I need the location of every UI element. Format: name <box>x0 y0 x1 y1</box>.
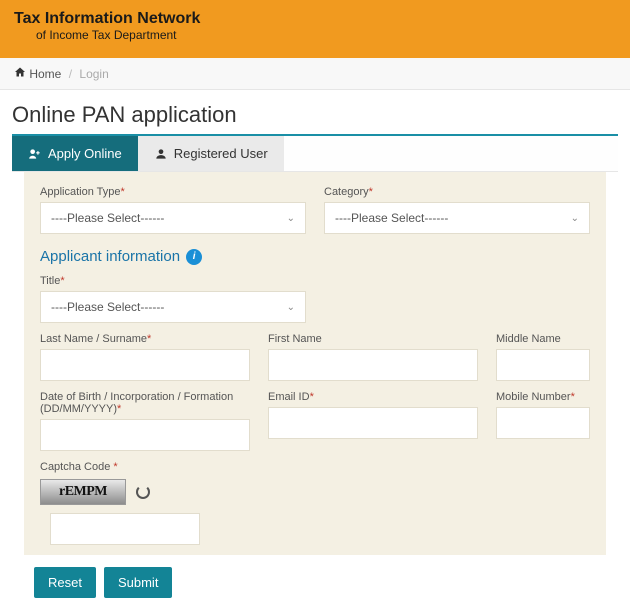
tab-registered-label: Registered User <box>174 146 268 161</box>
captcha-input[interactable] <box>50 513 200 545</box>
tab-apply-online[interactable]: Apply Online <box>12 136 138 171</box>
title-label: Title* <box>40 275 306 287</box>
app-type-label: Application Type* <box>40 186 306 198</box>
email-label: Email ID* <box>268 391 478 403</box>
middle-name-input[interactable] <box>496 349 590 381</box>
form-panel: Application Type* ----Please Select-----… <box>24 172 606 555</box>
last-name-input[interactable] <box>40 349 250 381</box>
site-subtitle: of Income Tax Department <box>14 28 616 42</box>
info-icon[interactable]: i <box>186 249 202 265</box>
category-value: ----Please Select------ <box>335 211 448 225</box>
breadcrumb-home[interactable]: Home <box>29 67 61 81</box>
captcha-image: rEMPM <box>40 479 126 505</box>
chevron-down-icon: ⌄ <box>571 213 579 224</box>
tab-registered-user[interactable]: Registered User <box>138 136 284 171</box>
dob-input[interactable] <box>40 419 250 451</box>
first-name-input[interactable] <box>268 349 478 381</box>
mobile-input[interactable] <box>496 407 590 439</box>
last-name-label: Last Name / Surname* <box>40 333 250 345</box>
app-type-value: ----Please Select------ <box>51 211 164 225</box>
category-label: Category* <box>324 186 590 198</box>
breadcrumb: Home / Login <box>0 58 630 90</box>
form-actions: Reset Submit <box>12 555 618 606</box>
page-title: Online PAN application <box>12 98 618 134</box>
user-icon <box>154 147 168 161</box>
reset-button[interactable]: Reset <box>34 567 96 598</box>
section-applicant-info: Applicant information i <box>40 248 590 265</box>
title-select[interactable]: ----Please Select------ ⌄ <box>40 291 306 323</box>
tabs: Apply Online Registered User <box>12 136 618 172</box>
mobile-label: Mobile Number* <box>496 391 590 403</box>
reload-icon[interactable] <box>136 485 150 499</box>
chevron-down-icon: ⌄ <box>287 213 295 224</box>
site-header: Tax Information Network of Income Tax De… <box>0 0 630 58</box>
title-value: ----Please Select------ <box>51 300 164 314</box>
section-head-label: Applicant information <box>40 248 180 265</box>
dob-label: Date of Birth / Incorporation / Formatio… <box>40 391 250 415</box>
site-title: Tax Information Network <box>14 10 616 28</box>
tab-apply-label: Apply Online <box>48 146 122 161</box>
chevron-down-icon: ⌄ <box>287 302 295 313</box>
breadcrumb-login: Login <box>79 67 108 81</box>
submit-button[interactable]: Submit <box>104 567 172 598</box>
captcha-label: Captcha Code * <box>40 461 590 473</box>
app-type-select[interactable]: ----Please Select------ ⌄ <box>40 202 306 234</box>
category-select[interactable]: ----Please Select------ ⌄ <box>324 202 590 234</box>
email-input[interactable] <box>268 407 478 439</box>
first-name-label: First Name <box>268 333 478 345</box>
breadcrumb-separator: / <box>69 67 72 81</box>
apply-icon <box>28 147 42 161</box>
home-icon[interactable] <box>14 67 29 81</box>
middle-name-label: Middle Name <box>496 333 590 345</box>
